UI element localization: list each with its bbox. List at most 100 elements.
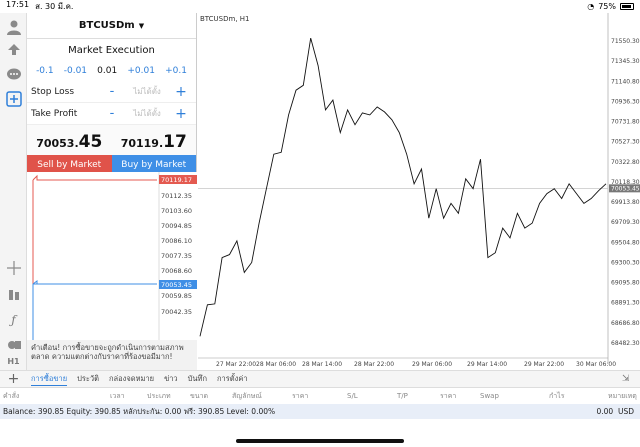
col-current-price: ราคา: [440, 391, 457, 400]
mini-price-9: 70042.35: [161, 308, 192, 316]
mini-price-buy: 70119.17: [161, 176, 192, 184]
symbol-name: BTCUSDm: [78, 20, 135, 31]
col-type: ประเภท: [147, 391, 171, 400]
price-tick-label: 70731.80: [611, 119, 640, 126]
chevron-down-icon: ▼: [138, 21, 145, 30]
time-tick-label: 27 Mar 22:00: [216, 361, 256, 368]
col-order: คำสั่ง: [3, 391, 20, 400]
indicator-icon[interactable]: [4, 285, 23, 304]
tick-chart: 70119.17 70112.35 70103.60 70094.85 7008…: [27, 172, 197, 368]
col-size: ขนาด: [190, 391, 209, 400]
lot-value[interactable]: 0.01: [97, 66, 117, 76]
chat-icon[interactable]: [4, 65, 23, 84]
col-comment: หมายเหตุ: [608, 391, 637, 400]
symbol-selector[interactable]: BTCUSDm ▼: [27, 13, 196, 39]
take-profit-plus-button[interactable]: +: [171, 106, 191, 122]
col-sl: S/L: [347, 392, 358, 400]
price-tick-label: 68686.80: [611, 320, 640, 327]
price-axis: 71550.30 71345.30 71140.80 70936.30 70731.80…: [611, 38, 640, 347]
tab-mailbox[interactable]: กล่องจดหมาย: [109, 373, 154, 386]
stop-loss-minus-button[interactable]: -: [101, 84, 123, 99]
price-quotes: 70053.45 70119.17: [27, 125, 196, 155]
crosshair-icon[interactable]: [4, 258, 23, 277]
lot-minus-0-1[interactable]: -0.1: [36, 66, 54, 76]
home-indicator[interactable]: [236, 439, 404, 443]
chart-canvas[interactable]: 71550.30 71345.30 71140.80 70936.30 70731.80…: [198, 13, 640, 370]
time-tick-label: 29 Mar 06:00: [412, 361, 452, 368]
col-time: เวลา: [110, 391, 125, 400]
stop-loss-label: Stop Loss: [31, 86, 75, 97]
terminal-tabs: + การซื้อขาย ประวัติ กล่องจดหมาย ข่าว บั…: [0, 370, 640, 388]
price-tick-label: 71140.80: [611, 78, 640, 85]
stop-loss-row: Stop Loss - ไม่ได้ตั้ง +: [27, 81, 196, 103]
price-tick-label: 71550.30: [611, 38, 640, 45]
add-icon[interactable]: +: [0, 371, 27, 387]
time-tick-label: 29 Mar 22:00: [524, 361, 564, 368]
tab-news[interactable]: ข่าว: [164, 373, 178, 386]
price-tick-label: 71345.30: [611, 58, 640, 65]
battery-icon: [620, 3, 634, 10]
mini-price-2: 70103.60: [161, 207, 192, 215]
take-profit-input[interactable]: ไม่ได้ตั้ง: [123, 107, 171, 120]
time-tick-label: 28 Mar 14:00: [302, 361, 342, 368]
balance-profit: 0.00 USD: [596, 407, 634, 416]
price-tick-label: 68482.30: [611, 340, 640, 347]
lot-plus-0-01[interactable]: +0.01: [127, 66, 155, 76]
price-tick-label: 69504.80: [611, 239, 640, 246]
price-tick-label: 69095.80: [611, 280, 640, 287]
current-price-label: 70053.45: [611, 185, 640, 192]
col-swap: Swap: [480, 392, 499, 400]
mini-price-5: 70077.35: [161, 252, 192, 260]
time-tick-label: 28 Mar 06:00: [256, 361, 296, 368]
stop-loss-plus-button[interactable]: +: [171, 84, 191, 100]
price-tick-label: 70322.80: [611, 159, 640, 166]
accounts-icon[interactable]: [4, 17, 23, 36]
mini-price-3: 70094.85: [161, 222, 192, 230]
execution-type[interactable]: Market Execution: [27, 39, 196, 61]
balance-row: Balance: 390.85 Equity: 390.85 หลักประกั…: [0, 404, 640, 419]
price-tick-label: 69709.30: [611, 219, 640, 226]
timeframe-icon[interactable]: H1: [4, 352, 23, 371]
wifi-icon: ◔: [587, 2, 595, 11]
mini-price-4: 70086.10: [161, 237, 192, 245]
new-order-icon[interactable]: [4, 89, 23, 108]
lot-minus-0-01[interactable]: -0.01: [64, 66, 87, 76]
balance-summary: Balance: 390.85 Equity: 390.85 หลักประกั…: [3, 406, 276, 416]
lot-plus-0-1[interactable]: +0.1: [165, 66, 187, 76]
tab-settings[interactable]: การตั้งค่า: [217, 373, 248, 386]
mini-price-1: 70112.35: [161, 192, 192, 200]
mini-price-6: 70068.60: [161, 267, 192, 275]
col-price: ราคา: [292, 391, 309, 400]
status-time: 17:51: [6, 0, 30, 9]
price-line: [199, 37, 607, 337]
buy-price: 70119.17: [120, 132, 187, 152]
market-warning: คำเตือน! การซื้อขายจะถูกดำเนินการตามสภาพ…: [27, 340, 197, 370]
price-chart[interactable]: 71550.30 71345.30 71140.80 70936.30 70731.80…: [198, 13, 640, 370]
expand-icon[interactable]: ⇲: [622, 374, 634, 386]
table-header: คำสั่ง เวลา ประเภท ขนาด สัญลักษณ์ ราคา S…: [0, 388, 640, 404]
left-toolbar: ƒ H1: [0, 13, 27, 370]
stop-loss-input[interactable]: ไม่ได้ตั้ง: [123, 85, 171, 98]
quotes-icon[interactable]: [4, 41, 23, 60]
take-profit-label: Take Profit: [31, 108, 78, 119]
take-profit-minus-button[interactable]: -: [101, 106, 123, 121]
battery-percent: 75%: [598, 2, 616, 11]
order-panel: BTCUSDm ▼ Market Execution -0.1 -0.01 0.…: [27, 13, 197, 370]
price-tick-label: 68891.30: [611, 300, 640, 307]
time-tick-label: 29 Mar 14:00: [467, 361, 507, 368]
col-tp: T/P: [397, 392, 408, 400]
price-tick-label: 69913.80: [611, 199, 640, 206]
mini-price-sell: 70053.45: [161, 281, 192, 289]
tab-trade[interactable]: การซื้อขาย: [31, 373, 68, 386]
function-icon[interactable]: ƒ: [4, 310, 23, 329]
time-tick-label: 28 Mar 22:00: [354, 361, 394, 368]
lot-stepper: -0.1 -0.01 0.01 +0.01 +0.1: [27, 61, 196, 81]
status-date: ส. 30 มี.ค.: [35, 2, 74, 11]
time-tick-label: 30 Mar 06:00: [576, 361, 616, 368]
col-symbol: สัญลักษณ์: [232, 391, 262, 400]
price-series: [199, 37, 607, 337]
chart-symbol-label: BTCUSDm, H1: [200, 15, 250, 23]
status-bar: 17:51 ส. 30 มี.ค. ◔ 75%: [0, 0, 640, 13]
tab-journal[interactable]: บันทึก: [188, 373, 207, 386]
tab-history[interactable]: ประวัติ: [77, 373, 99, 386]
